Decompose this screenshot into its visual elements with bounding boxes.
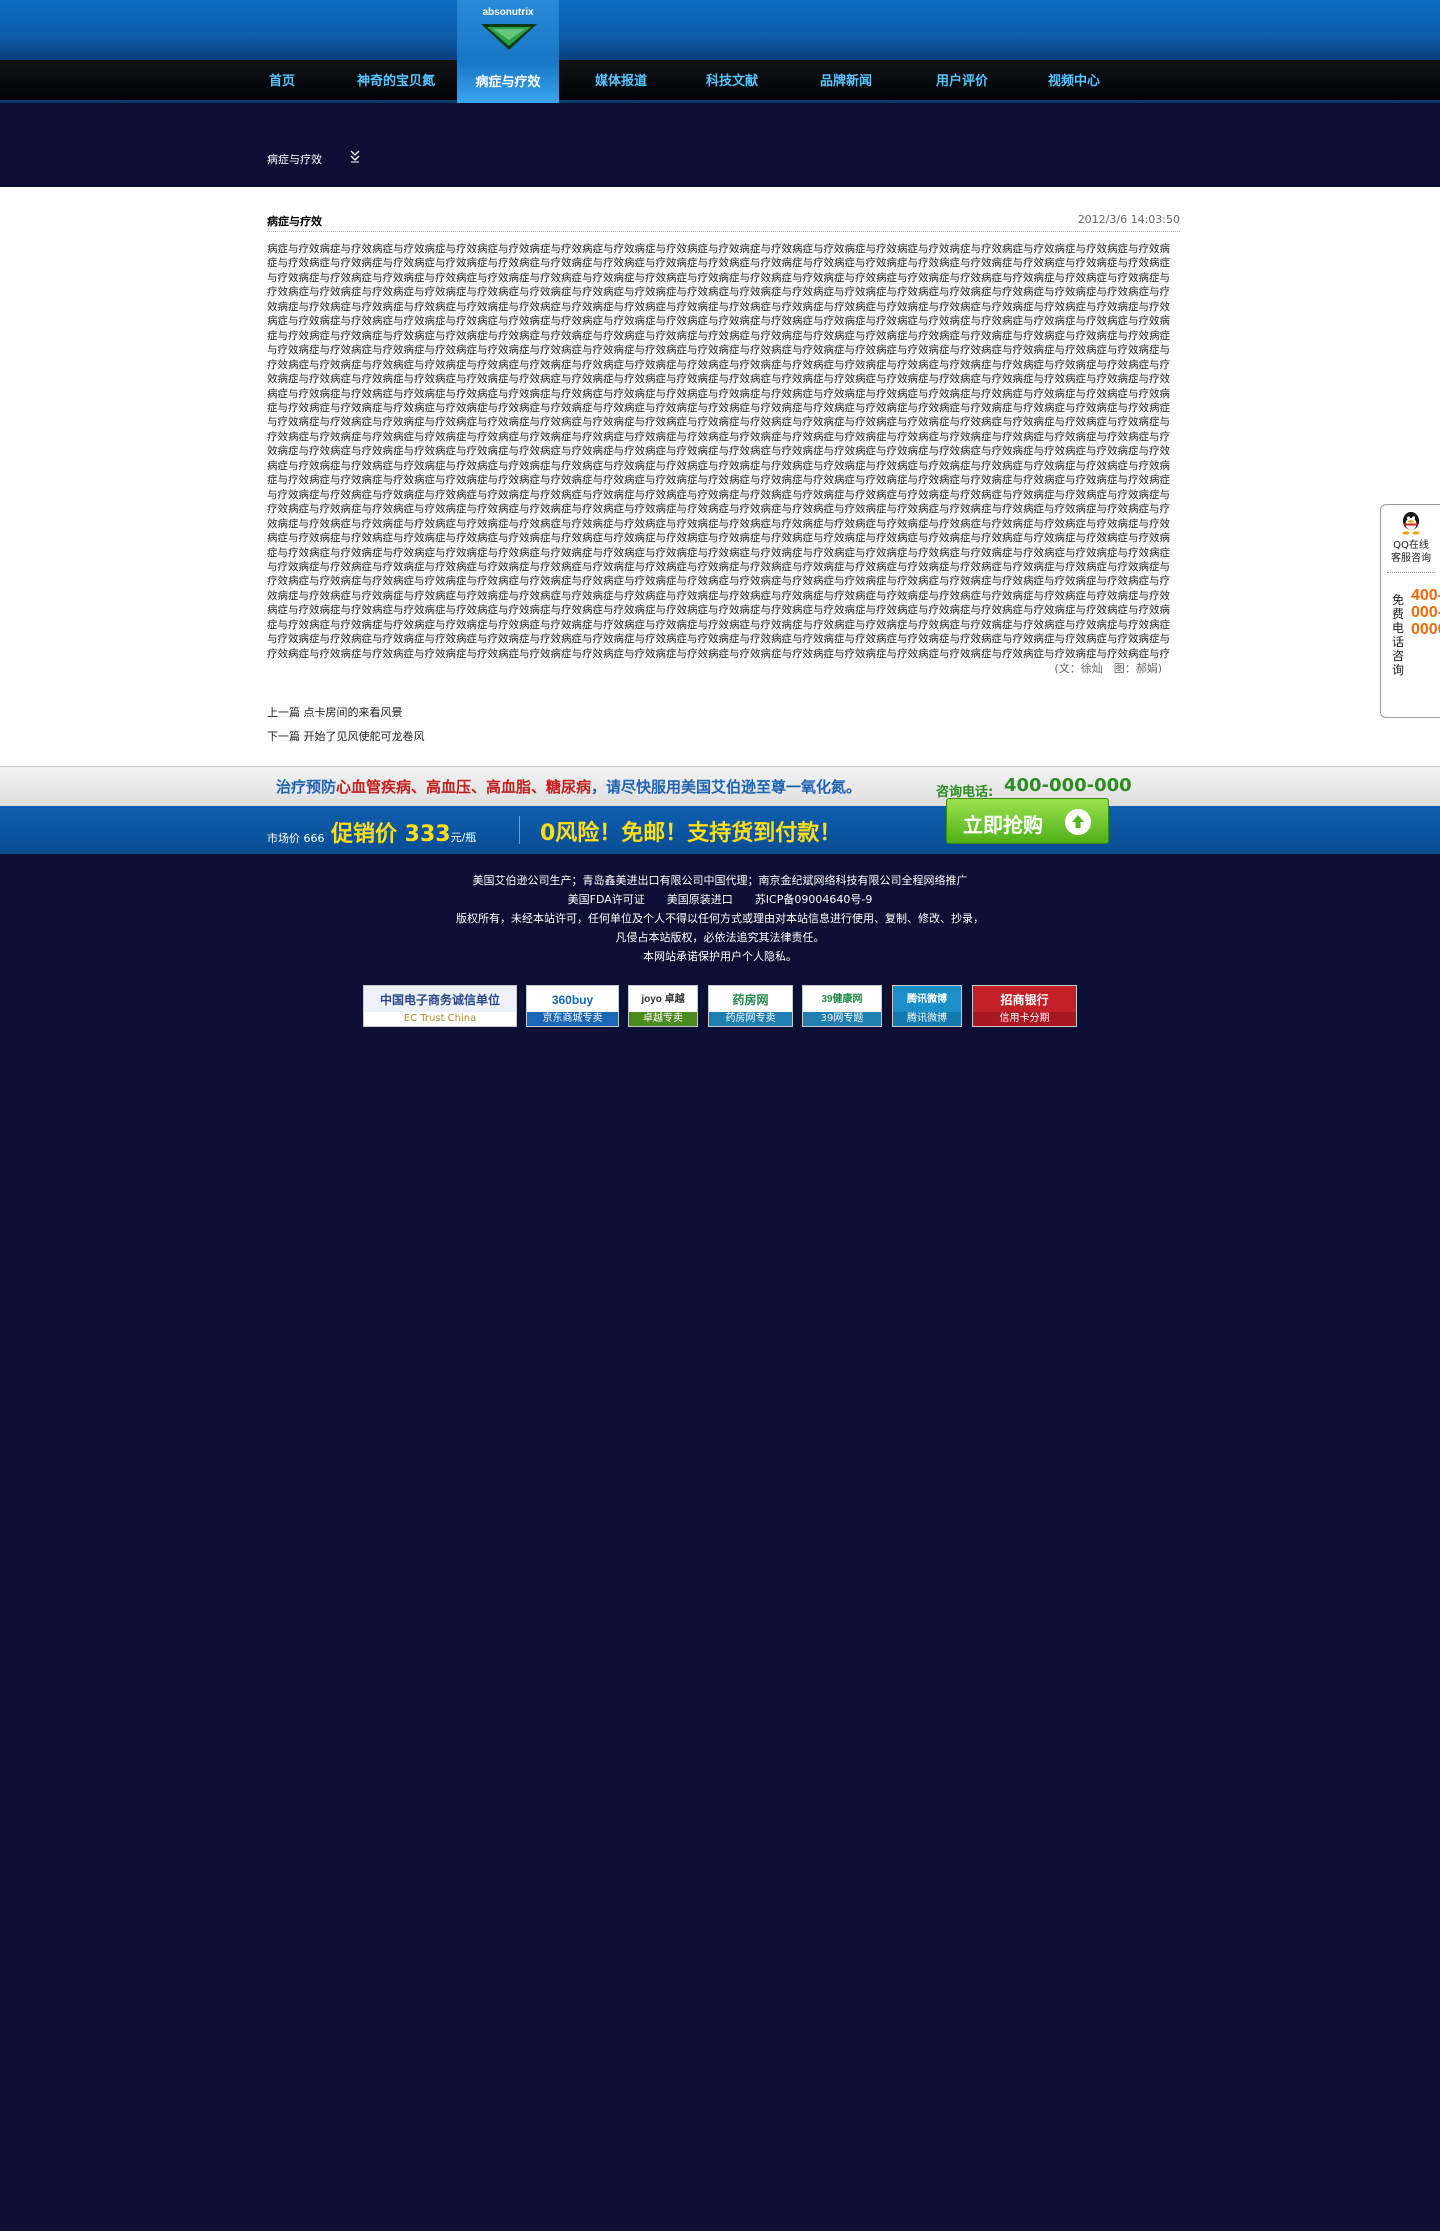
nav-diseases-label: 病症与疗效 — [475, 75, 541, 90]
footer-legal: 凡侵占本站版权，必依法追究其法律责任。 — [615, 931, 825, 944]
divider — [1387, 572, 1435, 573]
badge-joyo-title: joyo 卓越 — [641, 994, 685, 1005]
badge-ec-trust-caption: EC Trust China — [364, 1012, 516, 1026]
qq-online-line1: QQ在线 — [1393, 540, 1429, 551]
badge-cmb-title: 招商银行 — [1000, 993, 1049, 1007]
nav-diseases-active[interactable]: absonutrix 病症与疗效 — [457, 0, 559, 103]
badge-ec-trust-title: 中国电子商务诚信单位 — [364, 986, 516, 1014]
footer-privacy: 本网站承诺保护用户个人隐私。 — [643, 950, 797, 963]
badge-ec-trust[interactable]: 中国电子商务诚信单位 EC Trust China — [363, 985, 517, 1027]
nav-home[interactable]: 首页 — [259, 60, 305, 103]
footer-company: 美国艾伯逊公司生产；青岛鑫美进出口有限公司中国代理；南京金纪斌网络科技有限公司全… — [472, 874, 968, 887]
logo-triangle-icon — [481, 24, 537, 50]
sale-price: 促销价 333元/瓶 — [331, 816, 476, 848]
badge-cmb-caption: 信用卡分期 — [973, 1012, 1076, 1026]
badge-yaofang-title: 药房网 — [732, 993, 769, 1007]
badge-39health-title: 39健康网 — [821, 994, 863, 1005]
footer-copyright: 版权所有，未经本站许可，任何单位及个人不得以任何方式或理由对本站信息进行使用、复… — [456, 912, 984, 925]
qq-online-label: QQ在线客服咨询 — [1385, 539, 1437, 565]
qq-penguin-icon — [1402, 512, 1420, 535]
breadcrumb-band — [0, 106, 1440, 187]
promo-guarantee: 0风险！免邮！支持货到付款！ — [540, 821, 842, 846]
top-banner — [0, 0, 1440, 60]
badge-tencent-weibo[interactable]: 腾讯微博 腾讯微博 — [892, 985, 962, 1027]
badge-yaofang[interactable]: 药房网 药房网专卖 — [708, 985, 793, 1027]
article-title: 病症与疗效 — [267, 215, 322, 228]
prev-article-link[interactable]: 上一篇 点卡房间的来看风景 — [267, 704, 403, 720]
hotline-number: 400-000-000 — [1004, 775, 1132, 796]
breadcrumb: 病症与疗效 — [267, 153, 322, 166]
buy-now-button[interactable]: 立即抢购 — [946, 798, 1109, 844]
nav-science[interactable]: 科技文献 — [692, 60, 772, 103]
badge-tencent-weibo-title: 腾讯微博 — [907, 994, 947, 1005]
badge-joyo[interactable]: joyo 卓越 卓越专卖 — [628, 985, 698, 1027]
badge-360buy-caption: 京东商城专卖 — [527, 1012, 618, 1026]
promo-slogan-diseases: 心血管疾病、高血压、高血脂、糖尿病 — [336, 778, 592, 796]
promo-slogan-part3: ，请尽快服用美国艾伯逊至尊一氧化氮。 — [591, 778, 862, 796]
arrow-up-circle-icon — [1065, 809, 1091, 835]
market-price: 市场价 666 — [267, 832, 325, 845]
badge-cmb[interactable]: 招商银行 信用卡分期 — [972, 985, 1077, 1027]
nav-media[interactable]: 媒体报道 — [581, 60, 661, 103]
badge-yaofang-caption: 药房网专卖 — [709, 1012, 792, 1026]
article-date: 2012/3/6 14:03:50 — [1077, 213, 1180, 226]
free-call-label: 免费电话咨询 — [1391, 593, 1404, 677]
divider — [267, 231, 1180, 232]
promo-slogan-part1: 治疗预防 — [276, 778, 337, 796]
badge-joyo-caption: 卓越专卖 — [629, 1012, 697, 1026]
nav-nitrogen[interactable]: 神奇的宝贝氮 — [345, 60, 447, 103]
side-contact-widget[interactable]: QQ在线客服咨询 免费电话咨询 400-000-0000 — [1380, 504, 1440, 718]
footer-license: 美国FDA许可证 美国原装进口 苏ICP备09004640号-9 — [567, 893, 873, 906]
nav-video[interactable]: 视频中心 — [1034, 60, 1114, 103]
buy-now-label: 立即抢购 — [963, 813, 1043, 837]
nav-reviews[interactable]: 用户评价 — [922, 60, 1002, 103]
qq-online-line2: 客服咨询 — [1391, 553, 1431, 564]
double-chevron-down-icon[interactable] — [349, 149, 361, 163]
brand-logo: absonutrix — [482, 7, 534, 18]
article-credit: (文：徐灿 图：郝娟) — [1054, 662, 1162, 675]
divider — [519, 816, 520, 844]
promo-slogan: 治疗预防心血管疾病、高血压、高血脂、糖尿病，请尽快服用美国艾伯逊至尊一氧化氮。 — [276, 776, 861, 797]
side-phone-number: 400-000-0000 — [1411, 587, 1440, 638]
article-body: 病症与疗效病症与疗效病症与疗效病症与疗效病症与疗效病症与疗效病症与疗效病症与疗效… — [267, 243, 1170, 660]
badge-tencent-weibo-caption: 腾讯微博 — [893, 1012, 961, 1026]
badge-39health-caption: 39网专题 — [803, 1012, 881, 1026]
sale-unit: 元/瓶 — [450, 831, 477, 844]
sale-price-label: 促销价 333 — [331, 822, 451, 847]
badge-360buy-title: 360buy — [551, 993, 594, 1007]
badge-360buy[interactable]: 360buy 京东商城专卖 — [526, 985, 619, 1027]
nav-brand-news[interactable]: 品牌新闻 — [806, 60, 886, 103]
badge-39health[interactable]: 39健康网 39网专题 — [802, 985, 882, 1027]
next-article-link[interactable]: 下一篇 开始了见风使舵可龙卷风 — [267, 728, 425, 744]
